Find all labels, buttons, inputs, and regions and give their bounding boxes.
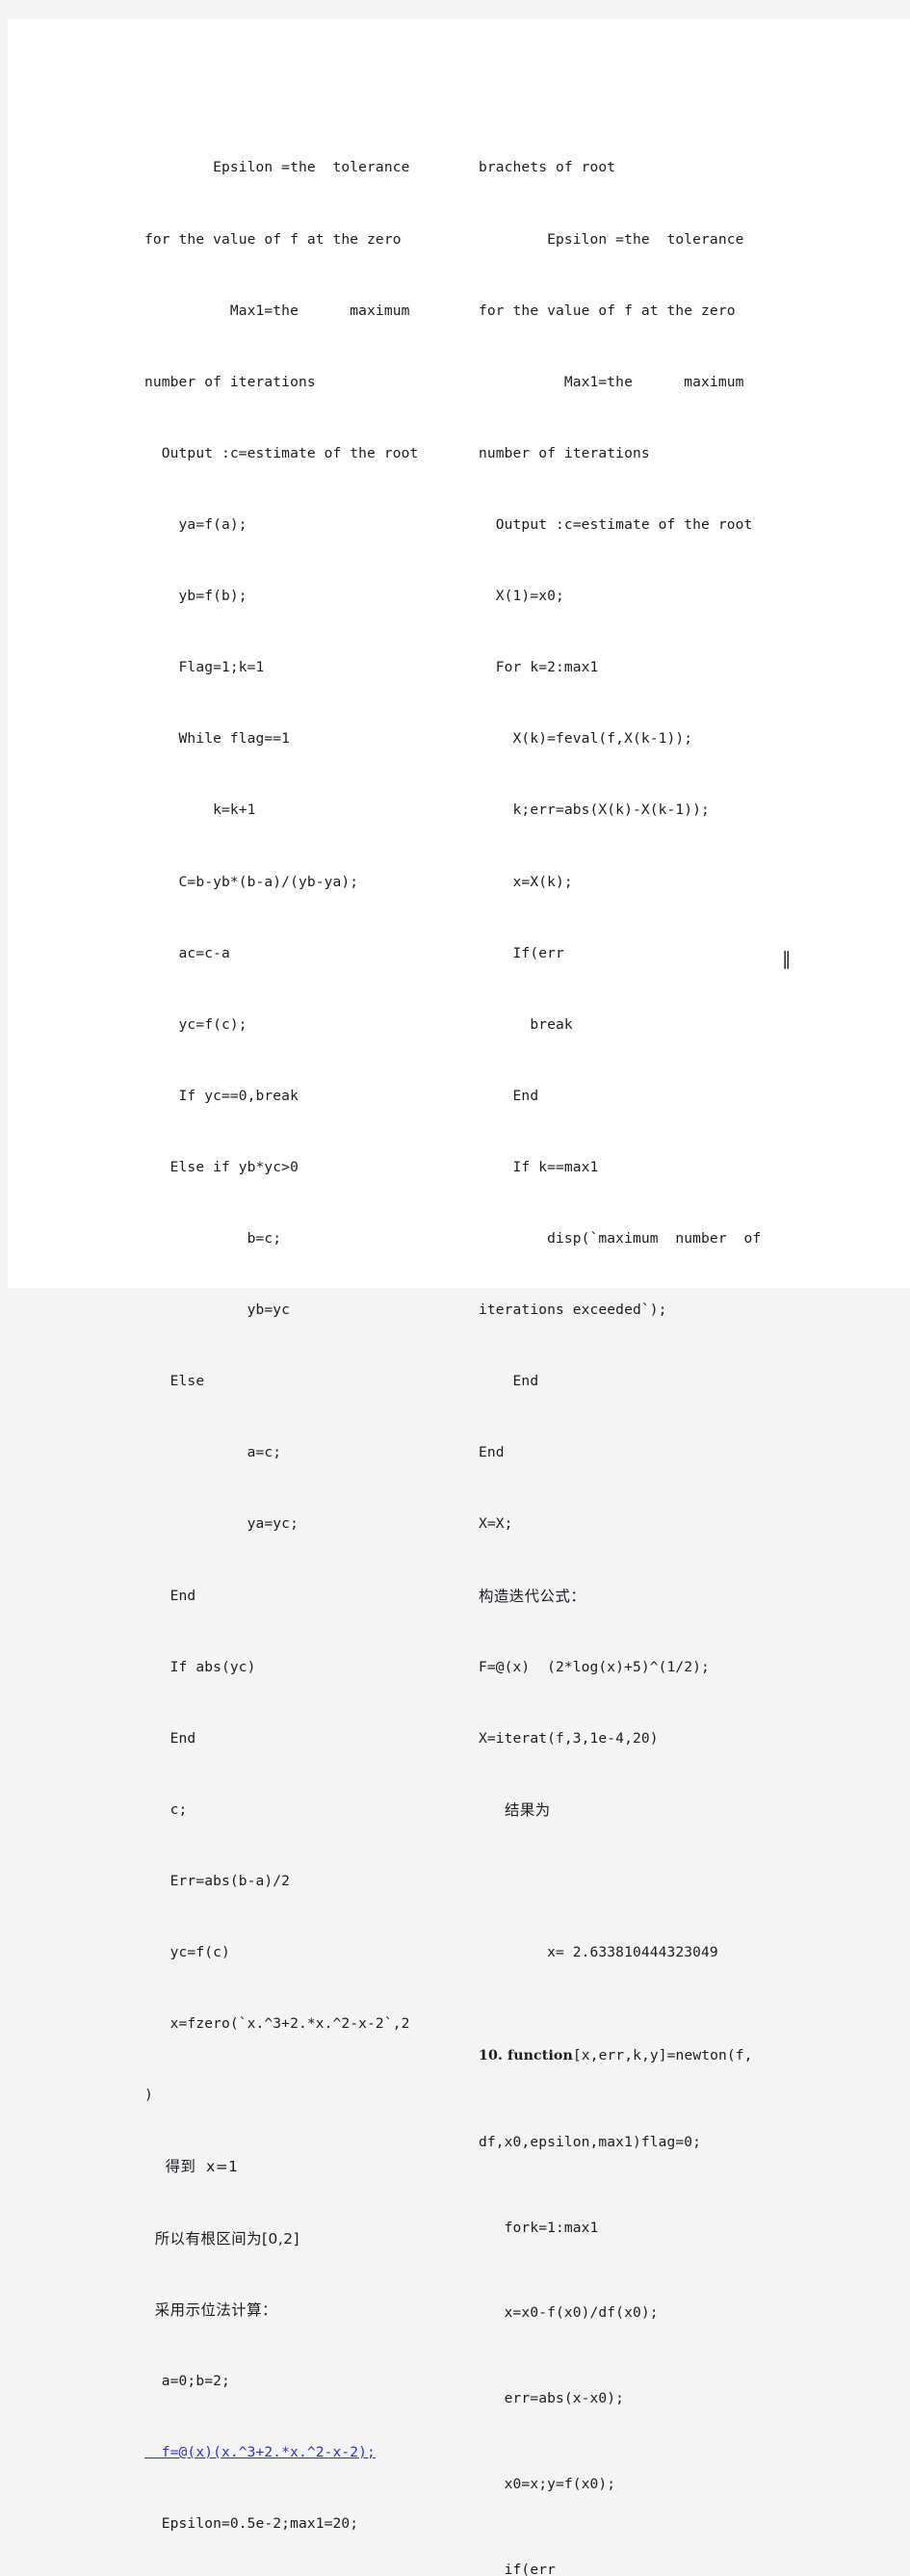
result-value-x: x= 2.633810444323049 — [479, 1944, 718, 1961]
code-line: F=@(x) (2*log(x)+5)^(1/2); — [479, 1658, 710, 1675]
code-line: If(err — [479, 944, 564, 961]
code-line: Max1=the maximum — [144, 302, 410, 319]
code-line: c; — [144, 1801, 188, 1818]
code-line: yc=f(c); — [144, 1015, 247, 1033]
code-line: Max1=the maximum — [479, 373, 744, 390]
code-line: X=X; — [479, 1515, 513, 1533]
code-line: ac=c-a — [144, 944, 230, 961]
code-line: yb=yc — [144, 1301, 291, 1319]
code-line: iterations exceeded`); — [479, 1301, 667, 1319]
code-line: if(err — [479, 2561, 556, 2576]
chinese-note-iteration-formula: 构造迭代公式： — [479, 1587, 586, 1605]
double-vertical-bar-marker: ‖ — [782, 948, 792, 969]
code-line: k=k+1 — [144, 802, 256, 819]
code-line: For k=2:max1 — [479, 659, 599, 676]
code-line: If k==max1 — [479, 1158, 599, 1175]
code-line: End — [479, 1444, 505, 1461]
code-line: number of iterations — [144, 373, 316, 390]
code-line: X(1)=x0; — [479, 588, 564, 605]
code-line: If yc==0,break — [144, 1087, 299, 1104]
code-line: fork=1:max1 — [479, 2219, 599, 2236]
chinese-note-result: 结果为 — [479, 1801, 551, 1819]
code-line: a=c; — [144, 1444, 282, 1461]
code-line: Else if yb*yc>0 — [144, 1158, 299, 1175]
code-line: Output :c=estimate of the root — [144, 444, 419, 461]
code-line: ) — [144, 2087, 153, 2104]
code-line: number of iterations — [479, 444, 650, 461]
code-line: ya=yc; — [144, 1515, 299, 1533]
code-line: C=b-yb*(b-a)/(yb-ya); — [144, 873, 359, 890]
code-line: brachets of root — [479, 159, 616, 176]
code-line: While flag==1 — [144, 730, 291, 748]
chinese-note-method: 采用示位法计算： — [144, 2300, 277, 2319]
right-text-column: brachets of root Epsilon =the tolerance … — [479, 19, 811, 2576]
code-line: End — [144, 1587, 196, 1604]
code-line-anonymous-function-link[interactable]: f=@(x)(x.^3+2.*x.^2-x-2); — [144, 2441, 462, 2465]
code-line: X=iterat(f,3,1e-4,20) — [479, 1729, 659, 1747]
code-line: yb=f(b); — [144, 588, 247, 605]
document-page: Epsilon =the tolerance for the value of … — [8, 19, 910, 2576]
code-line: Epsilon =the tolerance — [144, 159, 410, 176]
code-line: b=c; — [144, 1230, 282, 1248]
section-heading-10: 10. function[x,err,k,y]=newton(f, — [479, 2037, 811, 2075]
code-line: End — [479, 1087, 539, 1104]
code-line: ya=f(a); — [144, 515, 247, 533]
code-line: End — [144, 1729, 196, 1747]
section-heading-10-signature: [x,err,k,y]=newton(f, — [572, 2046, 753, 2063]
code-line: yc=f(c) — [144, 1944, 230, 1961]
code-line: df,x0,epsilon,max1)flag=0; — [479, 2133, 702, 2150]
code-line: Epsilon =the tolerance — [479, 230, 744, 248]
two-column-layout: Epsilon =the tolerance for the value of … — [8, 19, 910, 2576]
code-line: Else — [144, 1373, 205, 1390]
code-line: for the value of f at the zero — [144, 230, 402, 248]
code-line-fzero: x=fzero(`x.^3+2.*x.^2-x-2`,2 — [144, 2015, 410, 2033]
code-line: break — [479, 1015, 573, 1033]
code-line: Err=abs(b-a)/2 — [144, 1873, 291, 1890]
code-line: x=x0-f(x0)/df(x0); — [479, 2304, 659, 2322]
code-line: disp(`maximum number of — [479, 1230, 762, 1248]
code-line: Output :c=estimate of the root — [479, 515, 753, 533]
code-line: If abs(yc) — [144, 1658, 256, 1675]
code-line: x=X(k); — [479, 873, 573, 890]
left-text-column: Epsilon =the tolerance for the value of … — [144, 19, 462, 2576]
chinese-note-interval: 所以有根区间为[0,2] — [144, 2229, 300, 2247]
code-line: x0=x;y=f(x0); — [479, 2476, 616, 2492]
code-line: a=0;b=2; — [144, 2372, 230, 2389]
code-line: Epsilon=0.5e-2;max1=20; — [144, 2515, 359, 2533]
code-line: k;err=abs(X(k)-X(k-1)); — [479, 802, 710, 819]
code-line: err=abs(x-x0); — [479, 2390, 625, 2407]
code-line: for the value of f at the zero — [479, 302, 736, 319]
code-line: End — [479, 1373, 539, 1390]
code-line: X(k)=feval(f,X(k-1)); — [479, 730, 693, 748]
section-heading-10-number: 10. function — [479, 2047, 573, 2063]
chinese-note-result: 得到 x=1 — [144, 2158, 239, 2176]
code-line: Flag=1;k=1 — [144, 659, 265, 676]
